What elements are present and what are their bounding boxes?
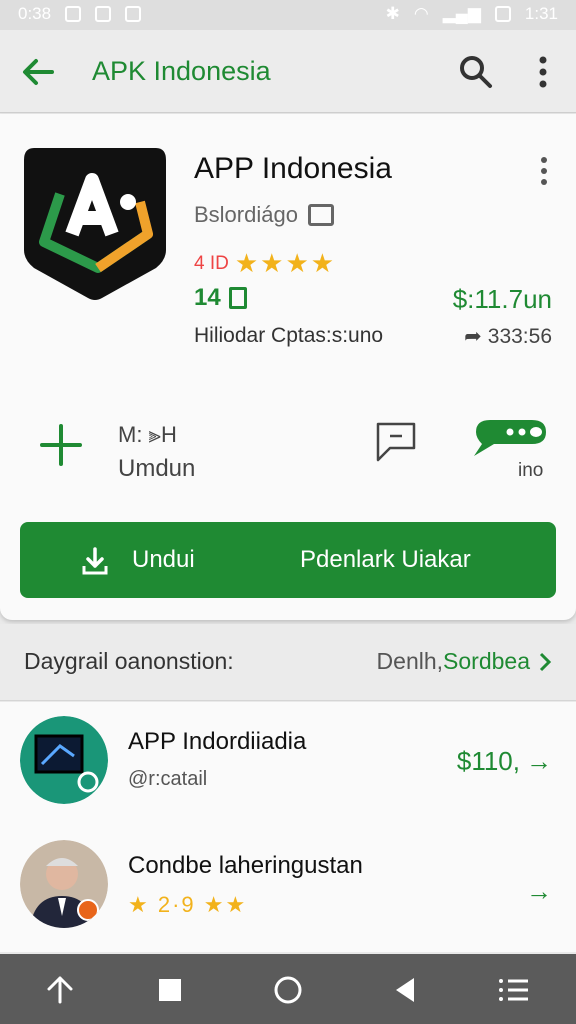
secondary-action-label: Umdun — [118, 455, 196, 482]
app-bar: APK Indonesia — [0, 30, 576, 113]
card-overflow-icon[interactable] — [534, 154, 554, 188]
downloads-row: ➦ 333:56 — [464, 324, 552, 349]
star-rating: ★ 2·9 ★★ — [128, 892, 248, 917]
see-more-prefix: Denlh, — [376, 648, 444, 674]
star-rating: ★★★★ — [234, 248, 337, 278]
overflow-menu-icon[interactable] — [528, 52, 558, 92]
notification-icon — [95, 6, 112, 22]
share-arrow-icon: ➦ — [464, 325, 482, 348]
list-item-title: APP Indordiiadia — [128, 728, 307, 755]
chevron-right-icon — [539, 652, 552, 671]
comment-icon[interactable] — [372, 418, 420, 464]
menu-list-icon[interactable] — [496, 972, 532, 1008]
see-more-link[interactable]: Denlh,Sordbea — [377, 648, 552, 675]
message-label: ino — [518, 460, 544, 481]
up-arrow-icon[interactable] — [42, 972, 78, 1008]
battery-icon — [494, 6, 511, 22]
list-item[interactable]: APP Indordiiadia @r:catail $110, → — [0, 702, 576, 822]
back-icon[interactable] — [388, 972, 424, 1008]
size-row: 14 — [194, 284, 247, 312]
list-item-price: $110, — [456, 746, 520, 776]
add-icon[interactable] — [38, 422, 84, 468]
app-avatar — [20, 716, 108, 804]
wifi-icon: ◠ — [413, 4, 429, 23]
home-icon[interactable] — [270, 972, 306, 1008]
status-bar: 0:38 ✱ ◠ ▂▄▆ 1:31 — [0, 0, 576, 30]
list-item-title: Condbe laheringustan — [128, 852, 363, 879]
section-title: Daygrail oanonstion: — [24, 648, 234, 674]
related-apps-list: APP Indordiiadia @r:catail $110, → Condb… — [0, 702, 576, 952]
downloads-count: 333:56 — [487, 324, 552, 348]
person-avatar — [20, 840, 108, 928]
storage-icon — [228, 287, 247, 309]
notification-icon — [125, 6, 142, 22]
app-logo-icon — [24, 148, 166, 300]
developer-badge-icon — [307, 204, 334, 226]
arrow-right-icon[interactable]: → — [526, 876, 552, 907]
arrow-right-icon[interactable]: → — [526, 746, 552, 777]
list-item[interactable]: Condbe laheringustan ★ 2·9 ★★ → — [0, 826, 576, 946]
recents-icon[interactable] — [152, 972, 188, 1008]
status-time: 0:38 — [18, 4, 52, 23]
section-header: Daygrail oanonstion: Denlh,Sordbea — [0, 624, 576, 701]
status-time-right: 1:31 — [524, 4, 558, 23]
download-subtitle: Pdenlark Uiakar — [300, 546, 471, 573]
app-detail-card: APP Indonesia Bslordiágo 4 ID ★★★★ 14 $:… — [0, 114, 576, 620]
download-button[interactable]: Undui Pdenlark Uiakar — [20, 522, 556, 598]
bluetooth-icon: ✱ — [385, 4, 400, 23]
price-label: $:11.7un — [452, 284, 552, 314]
rating-row: 4 ID ★★★★ — [194, 248, 336, 279]
list-item-price-row: $110, → — [457, 746, 552, 777]
size-value: 14 — [194, 284, 221, 311]
search-icon[interactable] — [456, 52, 496, 92]
options-text: Hiliodar Cptas:s:uno — [194, 324, 384, 347]
signal-icon: ▂▄▆ — [442, 4, 481, 23]
download-icon — [82, 547, 108, 575]
secondary-action[interactable]: M: ⫸H Umdun — [118, 418, 195, 486]
list-item-rating: ★ 2·9 ★★ — [128, 892, 247, 918]
app-name: APP Indonesia — [194, 152, 392, 185]
back-arrow-icon[interactable] — [18, 52, 58, 92]
download-label: Undui — [132, 546, 195, 573]
developer-name: Bslordiágo — [194, 202, 298, 227]
see-more-label: Sordbea — [443, 648, 530, 674]
rating-text: 4 ID — [194, 252, 229, 274]
notification-icon — [65, 6, 82, 22]
list-item-subtitle: @r:catail — [128, 768, 208, 790]
system-nav-bar — [0, 954, 576, 1024]
developer-row[interactable]: Bslordiágo — [194, 202, 334, 228]
page-title: APK Indonesia — [92, 56, 271, 86]
secondary-action-top: M: ⫸H — [118, 422, 177, 447]
